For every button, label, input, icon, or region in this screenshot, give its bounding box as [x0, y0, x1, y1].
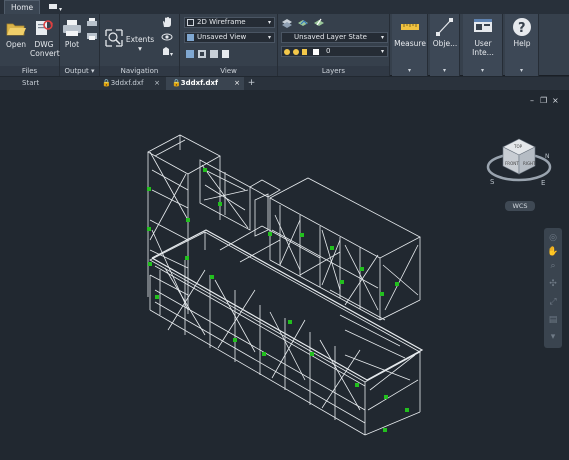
- tab-home[interactable]: Home: [4, 0, 41, 14]
- chevron-down-icon: ▾: [442, 67, 446, 74]
- ribbon: Open DWG Convert Files Plot Output ▾ Ext…: [0, 14, 569, 76]
- panel-navigation: Extents ▾ ▾ Navigation: [100, 14, 180, 76]
- view-icon: [187, 34, 194, 41]
- lock-icon: 🔒: [172, 79, 181, 87]
- panel-title-navigation: Navigation: [100, 66, 179, 76]
- user-interface-label: User Inte...: [472, 39, 494, 57]
- orbit-icon[interactable]: [161, 31, 173, 43]
- measure-button[interactable]: Measure ▾: [392, 14, 428, 76]
- ribbon-minimize-toggle[interactable]: ▾: [45, 0, 65, 14]
- current-layer-dropdown[interactable]: 0 ▾: [281, 46, 388, 57]
- tab-drawing-2[interactable]: 🔒3ddxf.dxf ×: [166, 77, 244, 90]
- layer-property-icons: [284, 49, 319, 55]
- layer-tools-icons[interactable]: [281, 16, 331, 29]
- new-tab-plus-icon[interactable]: +: [246, 77, 257, 90]
- close-icon[interactable]: ×: [234, 77, 240, 90]
- folder-open-icon: [6, 23, 26, 36]
- chevron-down-icon: ▾: [519, 67, 523, 74]
- panel-title-view: View: [180, 66, 277, 76]
- chevron-down-icon: ▾: [267, 34, 271, 41]
- panel-layers: Unsaved Layer State ▾ 0 ▾ Layers: [278, 14, 390, 76]
- document-tab-bar: Start 🔒3ddxf.dxf × 🔒3ddxf.dxf ×: [0, 77, 569, 90]
- showmotion-icon[interactable]: ▾: [161, 45, 175, 57]
- layer-state-dropdown[interactable]: Unsaved Layer State ▾: [281, 32, 388, 43]
- close-icon[interactable]: ×: [154, 77, 160, 90]
- ribbon-tab-strip: Home ▾: [0, 0, 569, 14]
- objects-button[interactable]: Obje... ▾: [430, 14, 460, 76]
- measure-label: Measure: [394, 39, 426, 48]
- dwg-convert-label-line2: Convert: [30, 49, 60, 58]
- help-icon: ?: [513, 18, 531, 36]
- view-tools-icons[interactable]: [186, 48, 230, 60]
- named-view-dropdown[interactable]: Unsaved View ▾: [184, 32, 275, 43]
- user-interface-icon: [474, 19, 492, 32]
- plot-button[interactable]: Plot: [61, 40, 83, 49]
- svg-text:?: ?: [518, 21, 526, 36]
- objects-label: Obje...: [432, 39, 458, 48]
- panel-files: Open DWG Convert Files: [0, 14, 60, 76]
- chevron-down-icon[interactable]: ▾: [91, 67, 95, 75]
- panel-icon: [49, 4, 57, 9]
- chevron-down-icon: ▾: [380, 34, 384, 41]
- panel-title-output: Output ▾: [60, 66, 99, 76]
- printer-icon[interactable]: [86, 18, 98, 28]
- pan-hand-icon[interactable]: [161, 16, 173, 28]
- panel-output: Plot Output ▾: [60, 14, 100, 76]
- chevron-down-icon: ▾: [407, 67, 411, 74]
- panel-view: 2D Wireframe ▾ Unsaved View ▾ View: [180, 14, 278, 76]
- panel-title-files: Files: [0, 66, 59, 76]
- help-button[interactable]: ? Help ▾: [505, 14, 539, 76]
- dwg-convert-icon: [36, 20, 53, 35]
- open-button[interactable]: Open: [4, 40, 28, 49]
- cabinet-wireframe: [147, 134, 424, 436]
- tab-start[interactable]: Start: [16, 77, 96, 90]
- user-interface-button[interactable]: User Inte... ▾: [463, 14, 503, 76]
- visual-style-dropdown[interactable]: 2D Wireframe ▾: [184, 17, 275, 28]
- zoom-extents-icon: [105, 29, 123, 47]
- svg-text:▾: ▾: [170, 51, 173, 57]
- help-label: Help: [513, 39, 531, 48]
- tab-drawing-1[interactable]: 🔒3ddxf.dxf ×: [96, 77, 164, 90]
- drawing-viewport[interactable]: – ❐ × TOP FRONT RIGHT S E N WCS ◎ ✋ ⌕ ✣ …: [0, 90, 569, 460]
- chevron-down-icon: ▾: [267, 19, 271, 26]
- panel-title-layers: Layers: [278, 66, 389, 76]
- extents-button[interactable]: Extents ▾: [124, 35, 156, 53]
- wireframe-model[interactable]: [0, 90, 569, 460]
- dwg-convert-label-line1: DWG: [34, 40, 54, 49]
- dwg-convert-button[interactable]: DWG Convert: [30, 40, 60, 58]
- chevron-down-icon: ▾: [480, 67, 484, 74]
- objects-icon: [436, 18, 453, 36]
- batch-plot-icon[interactable]: [86, 31, 98, 41]
- visual-style-icon: [187, 19, 194, 26]
- chevron-down-icon: ▾: [380, 48, 384, 55]
- ruler-icon: [401, 24, 419, 30]
- plot-icon: [63, 20, 81, 36]
- lock-icon: 🔒: [102, 79, 111, 87]
- chevron-down-icon: ▾: [138, 44, 142, 53]
